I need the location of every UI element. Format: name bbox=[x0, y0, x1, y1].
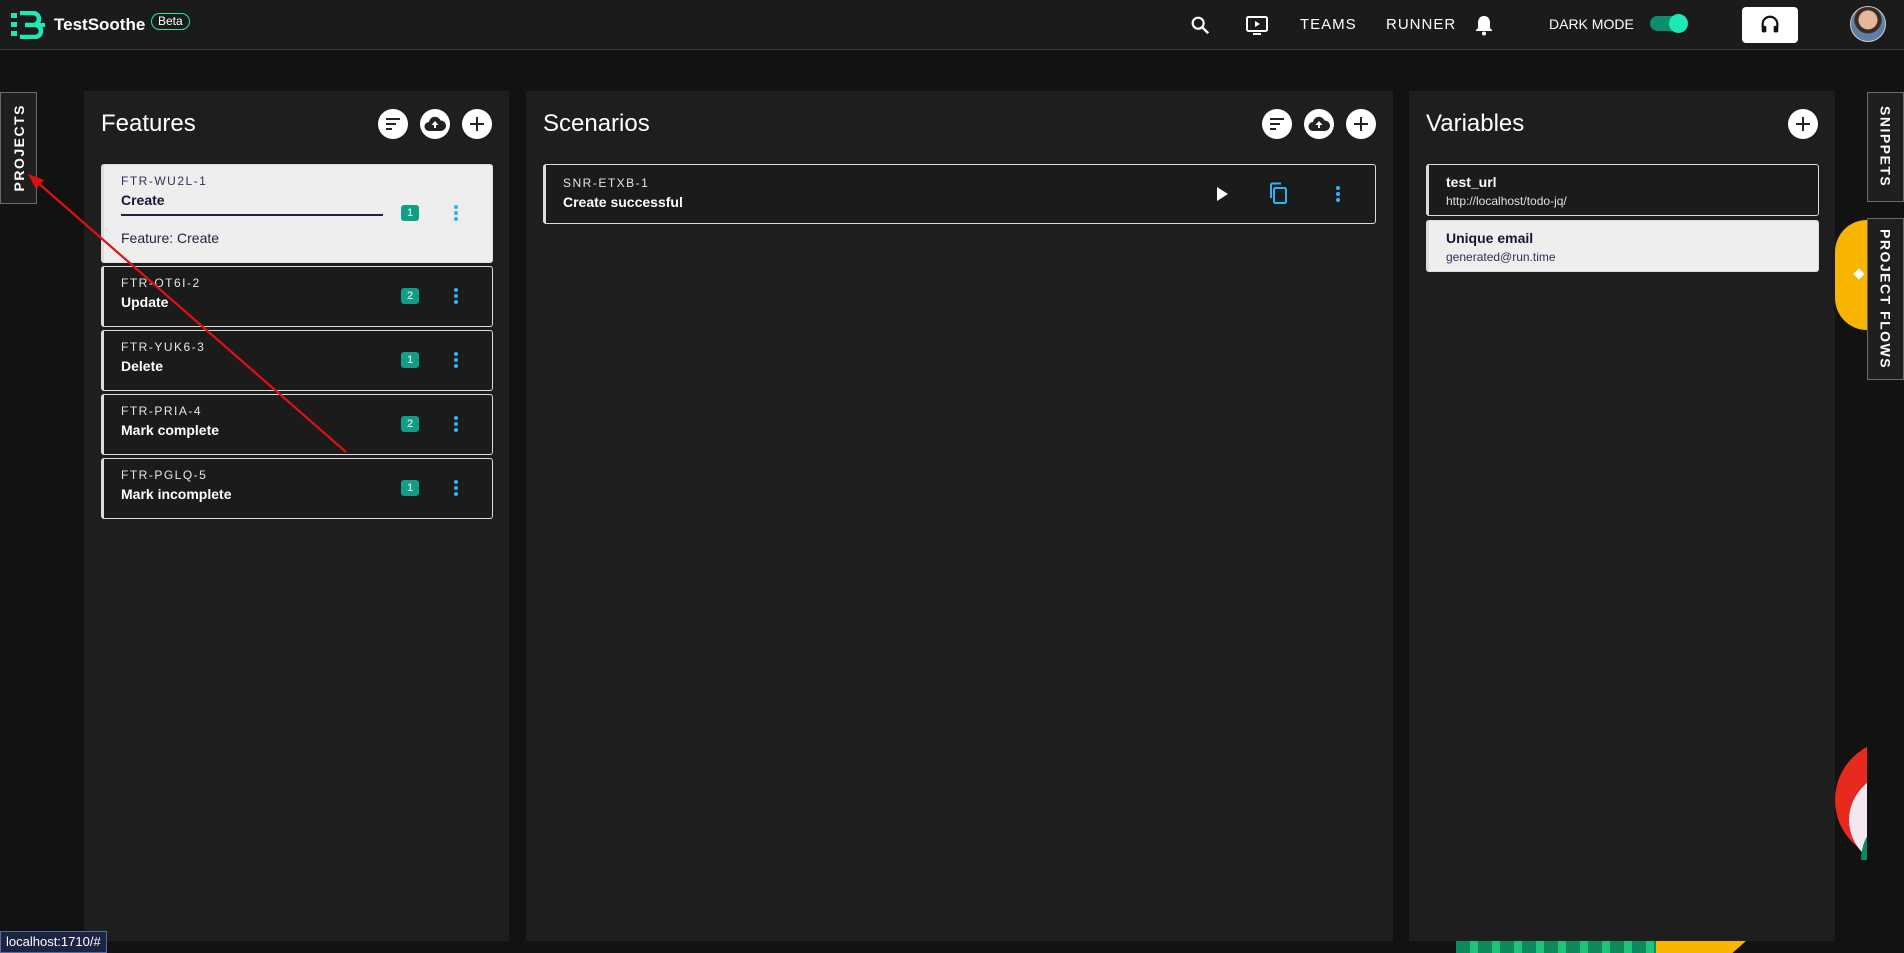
beta-badge: Beta bbox=[151, 13, 190, 30]
more-vert-icon[interactable] bbox=[446, 349, 466, 371]
plus-icon bbox=[1796, 117, 1810, 131]
search-icon[interactable] bbox=[1186, 11, 1214, 39]
variable-name: test_url bbox=[1446, 174, 1497, 190]
variables-panel: Variables test_url http://localhost/todo… bbox=[1409, 91, 1835, 941]
scenarios-panel: Scenarios SNR-ETXB-1 Create successful bbox=[526, 91, 1393, 941]
feature-name: Mark complete bbox=[121, 422, 220, 438]
scenario-count-badge: 2 bbox=[401, 288, 419, 304]
more-vert-icon[interactable] bbox=[446, 413, 466, 435]
decor-yellow-stripe bbox=[1656, 941, 1746, 953]
project-flows-tab[interactable]: PROJECT FLOWS bbox=[1867, 218, 1904, 380]
support-button[interactable] bbox=[1742, 7, 1798, 43]
variable-value: generated@run.time bbox=[1446, 250, 1556, 264]
feature-code: FTR-PGLQ-5 bbox=[121, 468, 208, 482]
headset-icon bbox=[1761, 15, 1779, 33]
toggle-knob bbox=[1669, 14, 1688, 33]
feature-description: Feature: Create bbox=[121, 230, 220, 246]
variable-name: Unique email bbox=[1446, 230, 1534, 246]
scenario-name: Create successful bbox=[563, 194, 683, 210]
variable-card-1[interactable]: test_url http://localhost/todo-jq/ bbox=[1426, 164, 1819, 216]
scenarios-title: Scenarios bbox=[543, 110, 650, 137]
feature-underline bbox=[121, 214, 383, 216]
snippets-tab[interactable]: SNIPPETS bbox=[1867, 92, 1904, 202]
feature-name: Update bbox=[121, 294, 169, 310]
snippets-tab-label: SNIPPETS bbox=[1877, 106, 1894, 188]
scenarios-add-button[interactable] bbox=[1346, 109, 1376, 139]
project-flows-tab-label: PROJECT FLOWS bbox=[1877, 228, 1894, 370]
testsoothe-logo-icon[interactable] bbox=[11, 11, 45, 39]
variables-title: Variables bbox=[1426, 110, 1525, 137]
cloud-upload-icon bbox=[1308, 116, 1330, 131]
status-url: localhost:1710/# bbox=[0, 931, 107, 953]
feature-card-2[interactable]: FTR-OT6I-2 Update 2 bbox=[101, 266, 493, 327]
variables-add-button[interactable] bbox=[1788, 109, 1818, 139]
feature-name: Create bbox=[121, 192, 165, 208]
avatar[interactable] bbox=[1850, 6, 1886, 42]
play-icon[interactable] bbox=[1212, 183, 1232, 205]
feature-name: Mark incomplete bbox=[121, 486, 232, 502]
more-vert-icon[interactable] bbox=[446, 202, 466, 224]
dark-mode-label: DARK MODE bbox=[1549, 16, 1634, 32]
top-bar: TestSoothe Beta TEAMS RUNNER DARK MODE bbox=[0, 0, 1904, 50]
features-upload-button[interactable] bbox=[420, 109, 450, 139]
features-panel: Features FTR-WU2L-1 Create Feature: Crea… bbox=[84, 91, 509, 941]
plus-icon bbox=[1354, 117, 1368, 131]
sort-icon bbox=[1270, 118, 1284, 130]
runner-link[interactable]: RUNNER bbox=[1386, 16, 1456, 33]
more-vert-icon[interactable] bbox=[446, 285, 466, 307]
scenario-count-badge: 1 bbox=[401, 205, 419, 221]
features-title: Features bbox=[101, 110, 196, 137]
scenarios-upload-button[interactable] bbox=[1304, 109, 1334, 139]
feature-code: FTR-PRIA-4 bbox=[121, 404, 202, 418]
scenario-count-badge: 2 bbox=[401, 416, 419, 432]
projects-tab-label: PROJECTS bbox=[10, 104, 27, 192]
feature-name: Delete bbox=[121, 358, 164, 374]
bell-icon[interactable] bbox=[1470, 11, 1498, 39]
cloud-upload-icon bbox=[424, 116, 446, 131]
dark-mode-toggle[interactable] bbox=[1650, 14, 1688, 33]
feature-card-5[interactable]: FTR-PGLQ-5 Mark incomplete 1 bbox=[101, 458, 493, 519]
brand-name: TestSoothe bbox=[54, 15, 146, 34]
features-add-button[interactable] bbox=[462, 109, 492, 139]
scenario-card-1[interactable]: SNR-ETXB-1 Create successful bbox=[543, 164, 1376, 224]
variable-value: http://localhost/todo-jq/ bbox=[1446, 194, 1567, 208]
decor-rainbow-shape bbox=[1835, 740, 1867, 860]
feature-card-4[interactable]: FTR-PRIA-4 Mark complete 2 bbox=[101, 394, 493, 455]
features-sort-button[interactable] bbox=[378, 109, 408, 139]
scenario-code: SNR-ETXB-1 bbox=[563, 176, 650, 190]
plus-icon bbox=[470, 117, 484, 131]
teams-link[interactable]: TEAMS bbox=[1300, 16, 1357, 33]
scenarios-sort-button[interactable] bbox=[1262, 109, 1292, 139]
screen-play-icon[interactable] bbox=[1243, 11, 1271, 39]
feature-code: FTR-OT6I-2 bbox=[121, 276, 201, 290]
feature-code: FTR-YUK6-3 bbox=[121, 340, 206, 354]
sort-icon bbox=[386, 118, 400, 130]
decor-green-stripe bbox=[1456, 941, 1656, 953]
variable-card-2[interactable]: Unique email generated@run.time bbox=[1426, 220, 1819, 272]
feature-code: FTR-WU2L-1 bbox=[121, 174, 208, 188]
feature-card-3[interactable]: FTR-YUK6-3 Delete 1 bbox=[101, 330, 493, 391]
projects-tab[interactable]: PROJECTS bbox=[0, 92, 37, 204]
scenario-count-badge: 1 bbox=[401, 480, 419, 496]
more-vert-icon[interactable] bbox=[446, 477, 466, 499]
feature-card-1[interactable]: FTR-WU2L-1 Create Feature: Create 1 bbox=[101, 164, 493, 263]
more-vert-icon[interactable] bbox=[1328, 183, 1348, 205]
copy-icon[interactable] bbox=[1268, 182, 1288, 204]
scenario-count-badge: 1 bbox=[401, 352, 419, 368]
